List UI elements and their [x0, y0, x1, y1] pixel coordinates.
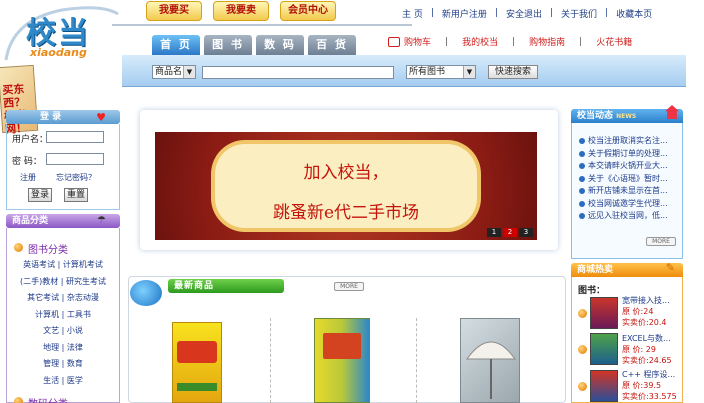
category-select[interactable]: 所有图书 ▼ — [406, 65, 476, 79]
reset-button[interactable]: 重置 — [64, 188, 88, 202]
banner-page[interactable]: 2 — [503, 228, 517, 237]
hot-item[interactable]: EXCEL与数... 原 价: 29 实卖价:24.65 — [622, 333, 682, 366]
spark-books-link[interactable]: 火花书籍 — [596, 35, 632, 48]
category-row[interactable]: 文艺 | 小说 — [8, 325, 118, 342]
product-cover-art — [323, 333, 361, 359]
hot-item[interactable]: C++ 程序设... 原 价:39.5 实卖价:33.575 — [622, 369, 682, 402]
hot-panel: 图书： 宽带接入技... 原 价:24 实卖价:20.4 EXCEL与数... … — [571, 277, 683, 403]
product-cover-art — [177, 383, 217, 391]
search-bar: 商品名 ▼ 所有图书 ▼ 快速搜索 — [122, 55, 686, 87]
news-more-button[interactable]: MORE — [646, 237, 676, 246]
news-item[interactable]: 新开店铺未显示在首... — [578, 185, 682, 198]
search-field-select[interactable]: 商品名 ▼ — [152, 65, 196, 79]
banner-line2: 跳蚤新e代二手市场 — [272, 203, 420, 223]
hot-product-image[interactable] — [590, 297, 618, 329]
bullet-icon — [14, 397, 23, 403]
category-row[interactable]: 英语考试 | 计算机考试 — [8, 259, 118, 276]
logout-link[interactable]: 安全退出 — [506, 7, 542, 20]
umbrella-icon: ☂ — [97, 215, 106, 226]
banner-pager: 1 2 3 — [487, 228, 533, 237]
bullet-icon — [578, 309, 587, 318]
banner-page[interactable]: 1 — [487, 228, 501, 237]
book-category-title[interactable]: 图书分类 — [28, 241, 68, 256]
category-row[interactable]: 计算机 | 工具书 — [8, 309, 118, 326]
banner-line1: 加入校当， — [303, 163, 389, 183]
bullet-icon — [14, 243, 23, 252]
new-products-more-button[interactable]: MORE — [334, 282, 364, 291]
news-list: 校当注册取消实名注... 关于假期订单的处理... 本交请畔火锅开业大... 关… — [572, 123, 682, 223]
shop-links: 购物车 | 我的校当 | 购物指南 | 火花书籍 — [388, 35, 632, 48]
register-link[interactable]: 新用户注册 — [442, 7, 487, 20]
bullet-icon — [578, 382, 587, 391]
tab-general[interactable]: 百 货 — [308, 35, 356, 55]
cart-icon — [388, 36, 400, 47]
login-header: 登 录 ♥ — [6, 110, 120, 124]
hot-item[interactable]: 宽带接入技... 原 价:24 实卖价:20.4 — [622, 295, 682, 328]
username-label: 用户名： — [12, 135, 49, 145]
shopping-guide-link[interactable]: 购物指南 — [529, 35, 565, 48]
hot-product-image[interactable] — [590, 370, 618, 402]
member-center-button[interactable]: 会员中心 — [280, 1, 336, 21]
tab-digital[interactable]: 数 码 — [256, 35, 304, 55]
hot-product-image[interactable] — [590, 333, 618, 365]
my-account-link[interactable]: 我的校当 — [462, 35, 498, 48]
bookmark-link[interactable]: 收藏本页 — [616, 7, 652, 20]
category-list: 英语考试 | 计算机考试 (二手)教材 | 研究生考试 其它考试 | 杂志动漫 … — [8, 259, 118, 391]
home-icon — [665, 105, 679, 119]
digital-category-title[interactable]: 数码分类 — [28, 395, 68, 403]
chevron-down-icon: ▼ — [463, 66, 475, 78]
category-row[interactable]: 生活 | 医学 — [8, 375, 118, 392]
news-item[interactable]: 本交请畔火锅开业大... — [578, 160, 682, 173]
logo-pinyin: xiaodang — [30, 46, 87, 59]
top-links: 主 页 | 新用户注册 | 安全退出 | 关于我们 | 收藏本页 — [402, 7, 653, 20]
product-cover-art — [177, 341, 217, 363]
username-input[interactable] — [46, 131, 104, 143]
divider — [270, 318, 271, 403]
bullet-icon — [578, 345, 587, 354]
forgot-password-link[interactable]: 忘记密码？ — [56, 172, 96, 183]
heart-icon: ♥ — [96, 111, 106, 124]
sell-button[interactable]: 我要卖 — [213, 1, 269, 21]
divider — [416, 318, 417, 403]
new-products-header: 最新商品 — [168, 279, 284, 293]
hot-subtitle: 图书： — [578, 286, 606, 296]
news-item[interactable]: 远见入驻校当网，低... — [578, 210, 682, 223]
search-input[interactable] — [202, 66, 394, 79]
buy-button[interactable]: 我要买 — [146, 1, 202, 21]
umbrella-product-icon — [466, 341, 516, 399]
category-header: 商品分类 ☂ — [6, 214, 120, 228]
category-row[interactable]: 地理 | 法律 — [8, 342, 118, 359]
pen-icon: ✎ — [665, 261, 675, 274]
password-label: 密 码： — [12, 157, 42, 167]
banner-page[interactable]: 3 — [519, 228, 533, 237]
tab-books[interactable]: 图 书 — [204, 35, 252, 55]
cart-link[interactable]: 购物车 — [404, 35, 431, 48]
news-panel: 校当注册取消实名注... 关于假期订单的处理... 本交请畔火锅开业大... 关… — [571, 123, 683, 259]
tab-home[interactable]: 首 页 — [152, 35, 200, 55]
login-button[interactable]: 登录 — [28, 188, 52, 202]
news-item[interactable]: 关于假期订单的处理... — [578, 148, 682, 161]
register-link[interactable]: 注册 — [20, 172, 36, 183]
category-row[interactable]: 管理 | 数育 — [8, 358, 118, 375]
chevron-down-icon: ▼ — [183, 66, 195, 78]
news-item[interactable]: 关于《心语瑶》暂时... — [578, 173, 682, 186]
quick-search-button[interactable]: 快速搜索 — [488, 65, 538, 79]
about-link[interactable]: 关于我们 — [561, 7, 597, 20]
category-row[interactable]: 其它考试 | 杂志动漫 — [8, 292, 118, 309]
hot-header: 商城热卖 ✎ — [571, 261, 683, 277]
product-image[interactable] — [460, 318, 520, 403]
product-image[interactable] — [314, 318, 370, 403]
category-row[interactable]: (二手)教材 | 研究生考试 — [8, 276, 118, 293]
home-link[interactable]: 主 页 — [402, 7, 423, 20]
news-item[interactable]: 校当注册取消实名注... — [578, 135, 682, 148]
password-input[interactable] — [46, 153, 104, 165]
banner[interactable]: 加入校当， 跳蚤新e代二手市场 1 2 3 — [155, 132, 537, 240]
main-tabs: 首 页 图 书 数 码 百 货 — [152, 35, 356, 55]
product-image[interactable] — [172, 322, 222, 403]
news-header: 校当动态 NEWS — [571, 105, 683, 123]
news-item[interactable]: 校当网诚邀学生代理... — [578, 198, 682, 211]
globe-icon — [130, 280, 162, 306]
